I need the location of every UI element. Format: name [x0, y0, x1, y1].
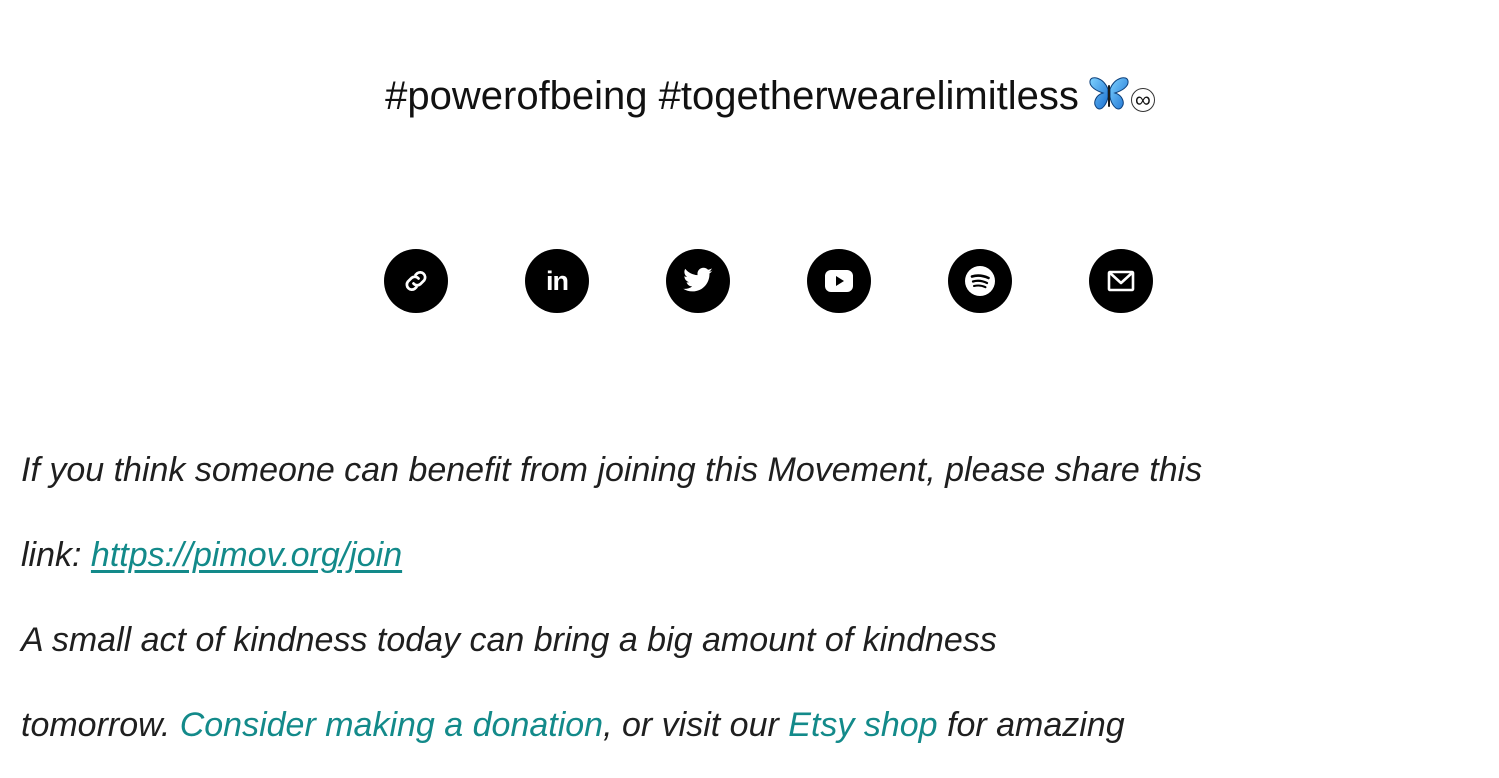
etsy-shop-link[interactable]: Etsy shop [788, 706, 937, 744]
kindness-line-2: tomorrow. Consider making a donation, or… [21, 693, 1499, 778]
youtube-icon[interactable] [807, 249, 871, 313]
hashtags-text: #powerofbeing #togetherwearelimitless [385, 74, 1079, 118]
infinity-icon: ∞ [1130, 88, 1155, 112]
donation-link[interactable]: Consider making a donation [180, 706, 603, 744]
linkedin-text: in [546, 265, 569, 296]
twitter-icon[interactable] [666, 249, 730, 313]
join-link[interactable]: https://pimov.org/join [91, 536, 402, 574]
share-text: If you think someone can benefit from jo… [21, 451, 1203, 489]
share-line-2: link: https://pimov.org/join [21, 523, 1499, 608]
social-links-row: in [384, 249, 1154, 313]
kindness-prefix: tomorrow. [21, 706, 180, 744]
kindness-line-1: A small act of kindness today can bring … [21, 608, 1499, 693]
kindness-text: A small act of kindness today can bring … [21, 621, 997, 659]
spotify-icon[interactable] [948, 249, 1012, 313]
body-text: If you think someone can benefit from jo… [21, 438, 1499, 778]
butterfly-icon [1089, 72, 1129, 128]
link-icon[interactable] [384, 249, 448, 313]
share-line-1: If you think someone can benefit from jo… [21, 438, 1499, 523]
share-link-prefix: link: [21, 536, 91, 574]
email-icon[interactable] [1089, 249, 1153, 313]
linkedin-icon[interactable]: in [525, 249, 589, 313]
kindness-suffix: for amazing [937, 706, 1125, 744]
kindness-middle: , or visit our [603, 706, 789, 744]
hashtags-line: #powerofbeing #togetherwearelimitless ∞ [0, 68, 1499, 128]
